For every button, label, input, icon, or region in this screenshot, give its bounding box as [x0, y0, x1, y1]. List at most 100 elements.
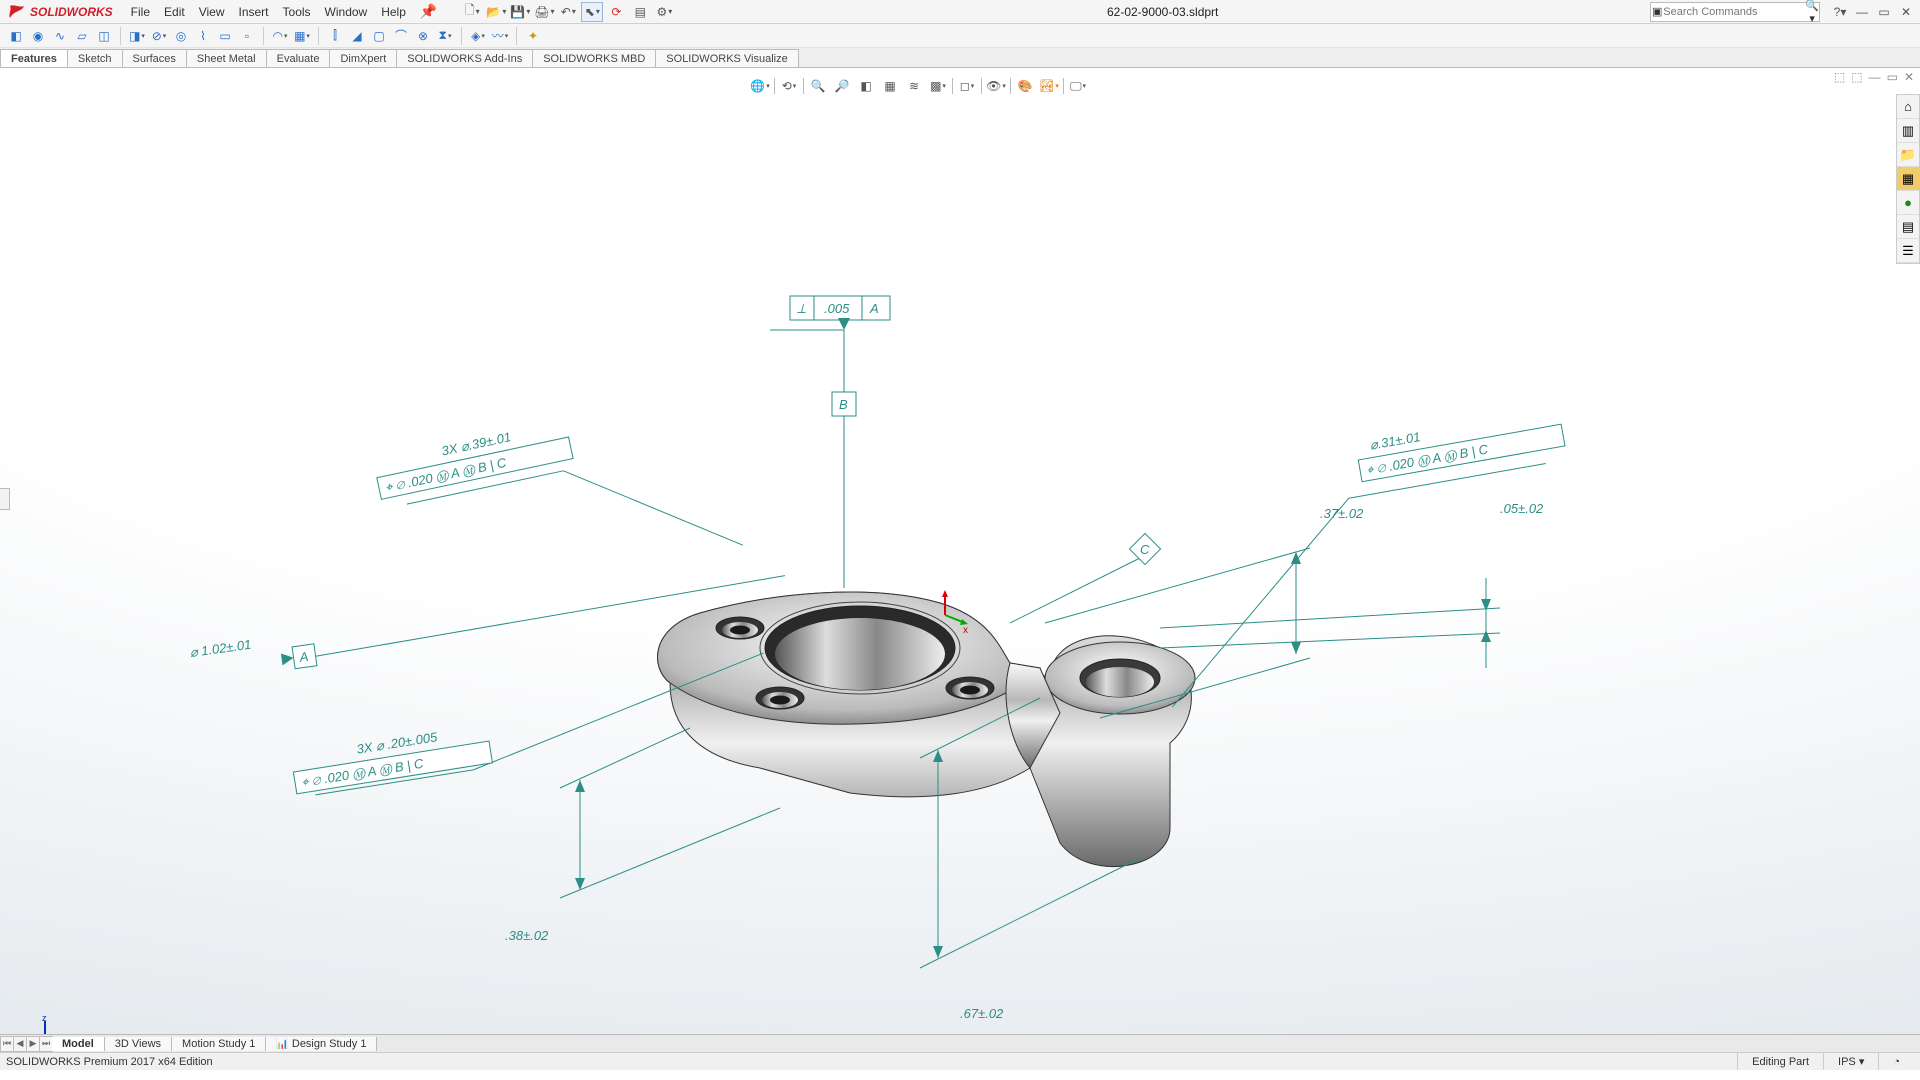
menu-tools[interactable]: Tools [283, 5, 311, 19]
design-study-icon: 📊 [276, 1039, 288, 1050]
bottom-tab-motion[interactable]: Motion Study 1 [172, 1037, 266, 1051]
shell-icon[interactable]: ▢ [369, 26, 389, 46]
loft-cut-icon[interactable]: ▭ [215, 26, 235, 46]
status-units[interactable]: IPS ▾ [1823, 1053, 1878, 1070]
tab-evaluate[interactable]: Evaluate [266, 49, 331, 67]
menu-edit[interactable]: Edit [164, 5, 185, 19]
menu-window[interactable]: Window [325, 5, 368, 19]
menu-view[interactable]: View [199, 5, 225, 19]
search-input[interactable] [1663, 6, 1805, 18]
extrude-cut-icon[interactable]: ◨ [127, 26, 147, 46]
dimension-right-05[interactable]: .05±.02 [1160, 501, 1544, 668]
print-button[interactable]: 🖨 [533, 2, 555, 22]
tab-features[interactable]: Features [0, 49, 68, 67]
dimension-bottom-center-67[interactable]: .67±.02 [920, 698, 1140, 1021]
intersect-icon[interactable]: ⊗ [413, 26, 433, 46]
command-tabs: Features Sketch Surfaces Sheet Metal Eva… [0, 48, 1920, 68]
svg-text:⌀ 1.02±.01: ⌀ 1.02±.01 [189, 637, 252, 660]
bottom-tab-design[interactable]: 📊Design Study 1 [266, 1037, 377, 1051]
revolve-boss-icon[interactable]: ◉ [28, 26, 48, 46]
tab-nav-next[interactable]: ▶ [26, 1036, 40, 1052]
window-controls: ?▾ — ▭ ✕ [1826, 5, 1920, 19]
bottom-tabs: ⏮ ◀ ▶ ⏭ Model 3D Views Motion Study 1 📊D… [0, 1034, 1920, 1052]
tab-addins[interactable]: SOLIDWORKS Add-Ins [396, 49, 533, 67]
quick-access-toolbar: 🗋 📂 💾 🖨 ↶ ⬉ ⟳ ▤ ⚙ [451, 2, 675, 22]
svg-text:A: A [869, 301, 879, 316]
pin-menu-icon[interactable]: 📌 [406, 3, 451, 20]
features-toolbar: ◧ ◉ ∿ ▱ ◫ ◨ ⊘ ◎ ⌇ ▭ ▫ ◠ ▦ ⫿ ◢ ▢ ⌒ ⊗ ⧗ ◈ … [0, 24, 1920, 48]
dimension-bottom-left-38[interactable]: .38±.02 [505, 728, 780, 943]
svg-text:B: B [839, 397, 848, 412]
search-icon[interactable]: 🔍▾ [1805, 0, 1819, 25]
tab-mbd[interactable]: SOLIDWORKS MBD [532, 49, 656, 67]
bottom-tab-3dviews[interactable]: 3D Views [105, 1037, 172, 1051]
svg-text:C: C [1140, 542, 1150, 557]
help-icon[interactable]: ?▾ [1832, 5, 1848, 19]
annotation-top-left-upper[interactable]: 3X ⌀.39±.01 ⌖ ⌀ .020 Ⓜ A Ⓜ B | C [373, 387, 743, 617]
svg-text:.005: .005 [824, 301, 850, 316]
brand-label: SOLIDWORKS [30, 5, 113, 19]
annotation-top-left-lower[interactable]: 3X ⌀ .20±.005 ⌖ ⌀ .020 Ⓜ A Ⓜ B | C [287, 653, 775, 798]
main-menu: File Edit View Insert Tools Window Help [121, 5, 406, 19]
mirror-icon[interactable]: ⧗ [435, 26, 455, 46]
instant3d-icon[interactable]: ✦ [523, 26, 543, 46]
annotation-left-dia[interactable]: ⌀ 1.02±.01 A [189, 562, 788, 683]
draft-icon[interactable]: ◢ [347, 26, 367, 46]
boundary-cut-icon[interactable]: ▫ [237, 26, 257, 46]
search-commands[interactable]: ▣ 🔍▾ [1650, 2, 1820, 22]
tab-surfaces[interactable]: Surfaces [122, 49, 187, 67]
status-bar: SOLIDWORKS Premium 2017 x64 Edition Edit… [0, 1052, 1920, 1070]
solidworks-logo-icon [8, 4, 26, 20]
rebuild-button[interactable]: ⟳ [605, 2, 627, 22]
status-custom-icon[interactable]: ◔ [1878, 1053, 1914, 1070]
annotations-layer: ⟂ .005 A B 3X ⌀.39±.01 ⌖ ⌀ .020 Ⓜ A Ⓜ B … [0, 68, 1920, 1070]
restore-icon[interactable]: ▭ [1876, 5, 1892, 19]
dimension-right-37[interactable]: .37±.02 [1045, 506, 1364, 718]
graphics-area[interactable]: 🌐 ⟲ 🔍 🔎 ◧ ▦ ≋ ▩ ◻ 👁 🎨 🏞 🖵 ⬚ ⬚ — ▭ ✕ ⌂ ▥ … [0, 68, 1920, 1070]
menu-insert[interactable]: Insert [239, 5, 269, 19]
tab-sheetmetal[interactable]: Sheet Metal [186, 49, 267, 67]
options-button[interactable]: ⚙ [653, 2, 675, 22]
close-icon[interactable]: ✕ [1898, 5, 1914, 19]
status-mode: Editing Part [1737, 1053, 1823, 1070]
tab-sketch[interactable]: Sketch [67, 49, 123, 67]
curves-icon[interactable]: 〰 [490, 26, 510, 46]
ref-geom-icon[interactable]: ◈ [468, 26, 488, 46]
menu-help[interactable]: Help [381, 5, 406, 19]
tab-dimxpert[interactable]: DimXpert [329, 49, 397, 67]
status-edition: SOLIDWORKS Premium 2017 x64 Edition [6, 1056, 213, 1068]
fillet-icon[interactable]: ◠ [270, 26, 290, 46]
tab-nav-first[interactable]: ⏮ [0, 1036, 14, 1052]
open-button[interactable]: 📂 [485, 2, 507, 22]
minimize-icon[interactable]: — [1854, 5, 1870, 19]
svg-text:.05±.02: .05±.02 [1500, 501, 1544, 516]
extrude-boss-icon[interactable]: ◧ [6, 26, 26, 46]
loft-boss-icon[interactable]: ▱ [72, 26, 92, 46]
undo-button[interactable]: ↶ [557, 2, 579, 22]
hole-wizard-icon[interactable]: ⊘ [149, 26, 169, 46]
tab-nav-last[interactable]: ⏭ [39, 1036, 53, 1052]
file-properties-button[interactable]: ▤ [629, 2, 651, 22]
sweep-boss-icon[interactable]: ∿ [50, 26, 70, 46]
tab-nav-prev[interactable]: ◀ [13, 1036, 27, 1052]
sweep-cut-icon[interactable]: ⌇ [193, 26, 213, 46]
bottom-tab-model[interactable]: Model [52, 1037, 105, 1051]
new-button[interactable]: 🗋 [461, 2, 483, 22]
select-button[interactable]: ⬉ [581, 2, 603, 22]
svg-text:.37±.02: .37±.02 [1320, 506, 1364, 521]
datum-c[interactable]: C [1010, 533, 1161, 623]
tab-visualize[interactable]: SOLIDWORKS Visualize [655, 49, 798, 67]
annotation-top-fcf[interactable]: ⟂ .005 A B [770, 296, 890, 588]
search-prefix-icon: ▣ [1651, 5, 1663, 18]
svg-text:.38±.02: .38±.02 [505, 928, 549, 943]
annotation-top-right[interactable]: ⌀.31±.01 ⌖ ⌀ .020 Ⓜ A Ⓜ B | C [1132, 405, 1598, 708]
menu-file[interactable]: File [131, 5, 150, 19]
save-button[interactable]: 💾 [509, 2, 531, 22]
revolve-cut-icon[interactable]: ◎ [171, 26, 191, 46]
rib-icon[interactable]: ⫿ [325, 26, 345, 46]
document-title: 62-02-9000-03.sldprt [675, 5, 1650, 19]
pattern-icon[interactable]: ▦ [292, 26, 312, 46]
wrap-icon[interactable]: ⌒ [391, 26, 411, 46]
boundary-boss-icon[interactable]: ◫ [94, 26, 114, 46]
svg-text:.67±.02: .67±.02 [960, 1006, 1004, 1021]
